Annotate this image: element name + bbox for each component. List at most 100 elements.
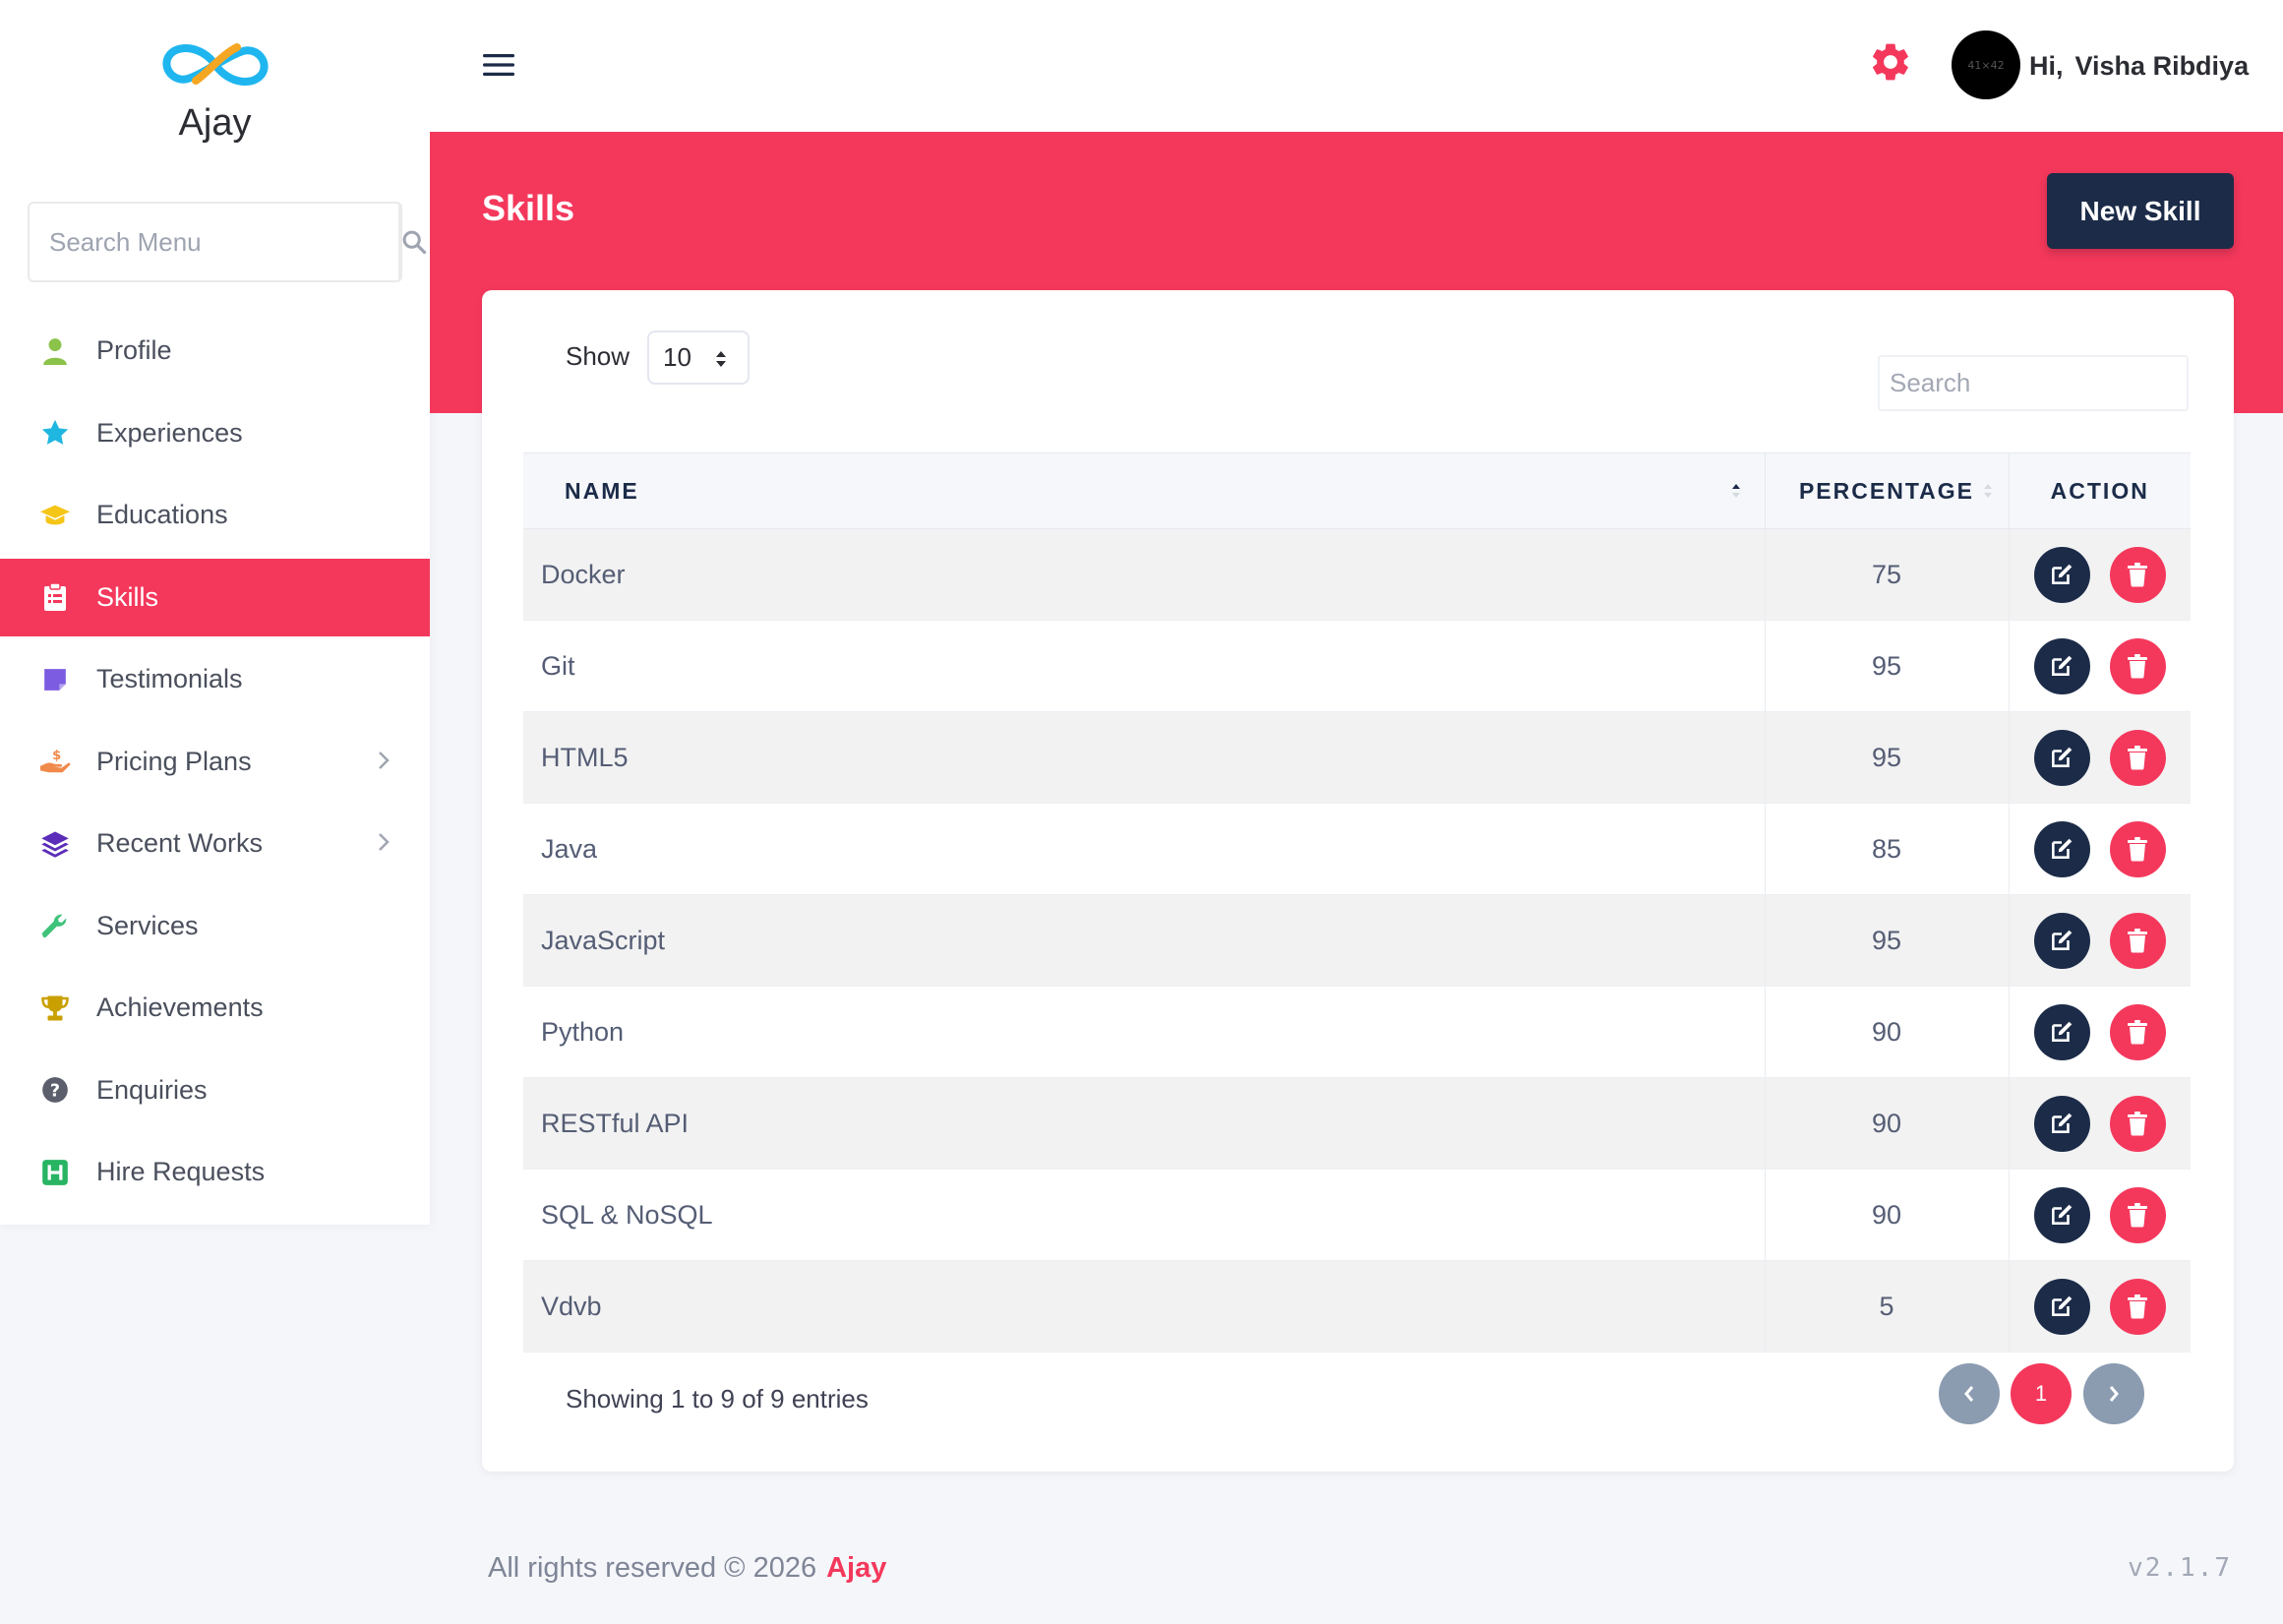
edit-icon [2052, 1204, 2073, 1225]
menu-search-button[interactable] [398, 204, 428, 280]
sidebar-item-recent-works[interactable]: Recent Works [0, 805, 430, 882]
table-row: JavaScript 95 [523, 894, 2191, 987]
table-search-input[interactable] [1878, 355, 2189, 411]
action-cell [2009, 803, 2191, 895]
edit-button[interactable] [2033, 1278, 2090, 1335]
chevron-right-icon [379, 751, 390, 769]
edit-button[interactable] [2033, 820, 2090, 877]
trash-icon [2128, 837, 2148, 862]
delete-button[interactable] [2109, 1278, 2166, 1335]
sidebar: Ajay Profile Experiences Ed [0, 0, 430, 1225]
sidebar-item-hire-requests[interactable]: Hire Requests [0, 1133, 430, 1211]
menu-search [28, 202, 427, 282]
sidebar-item-pricing-plans[interactable]: $ Pricing Plans [0, 723, 430, 801]
action-cell [2009, 620, 2191, 712]
page-button-current[interactable]: 1 [2011, 1363, 2072, 1424]
trash-icon [2128, 1112, 2148, 1136]
chevron-right-icon [379, 833, 390, 851]
show-entries-label: Show [566, 341, 631, 371]
edit-button[interactable] [2033, 637, 2090, 694]
skill-percentage-cell: 95 [1765, 894, 2010, 987]
skill-percentage-cell: 5 [1765, 1260, 2010, 1353]
skill-percentage-cell: 95 [1765, 620, 2010, 712]
edit-icon [2052, 655, 2073, 676]
edit-icon [2052, 747, 2073, 767]
brand-logo[interactable]: Ajay [0, 33, 430, 145]
edit-icon [2052, 838, 2073, 859]
avatar[interactable]: 41×42 [1952, 30, 2020, 99]
skill-name-cell: Vdvb [523, 1260, 1766, 1353]
new-skill-button[interactable]: New Skill [2047, 173, 2234, 249]
topbar: 41×42 Hi, Visha Ribdiya [430, 0, 2283, 132]
trash-icon [2128, 1203, 2148, 1228]
menu-toggle-button[interactable] [483, 53, 514, 82]
delete-button[interactable] [2109, 546, 2166, 603]
footer-brand-link[interactable]: Ajay [826, 1552, 886, 1584]
action-cell [2009, 1169, 2191, 1261]
skill-percentage-cell: 90 [1765, 1077, 2010, 1170]
sort-icon [1983, 484, 1992, 498]
sidebar-item-educations[interactable]: Educations [0, 476, 430, 554]
sidebar-item-enquiries[interactable]: ? Enquiries [0, 1052, 430, 1129]
prev-page-button[interactable] [1939, 1363, 2000, 1424]
edit-button[interactable] [2033, 1003, 2090, 1060]
column-header-name[interactable]: NAME [523, 452, 1766, 529]
brand-name: Ajay [178, 102, 252, 144]
trophy-icon [39, 992, 71, 1024]
sidebar-item-label: Hire Requests [96, 1157, 266, 1186]
delete-button[interactable] [2109, 1186, 2166, 1243]
skill-name-cell: SQL & NoSQL [523, 1169, 1766, 1261]
skill-name-cell: Docker [523, 528, 1766, 621]
table-row: Vdvb 5 [523, 1260, 2191, 1353]
sidebar-item-label: Pricing Plans [96, 746, 252, 776]
page-size-select[interactable]: 10 [647, 331, 750, 385]
trash-icon [2128, 654, 2148, 679]
menu-search-input[interactable] [30, 204, 398, 280]
table-row: Python 90 [523, 986, 2191, 1078]
action-cell [2009, 986, 2191, 1078]
sidebar-item-label: Experiences [96, 417, 243, 448]
sidebar-item-profile[interactable]: Profile [0, 312, 430, 390]
sidebar-item-services[interactable]: Services [0, 887, 430, 965]
delete-button[interactable] [2109, 912, 2166, 969]
edit-button[interactable] [2033, 729, 2090, 786]
settings-button[interactable] [1868, 39, 1913, 90]
table-header-row: NAME PERCENTAGE ACTION [523, 452, 2191, 529]
search-icon [402, 230, 427, 255]
skill-name-cell: HTML5 [523, 711, 1766, 804]
next-page-button[interactable] [2083, 1363, 2144, 1424]
skill-percentage-cell: 75 [1765, 528, 2010, 621]
skill-name-cell: Python [523, 986, 1766, 1078]
edit-button[interactable] [2033, 546, 2090, 603]
table-row: Java 85 [523, 803, 2191, 895]
infinity-logo-icon [162, 43, 268, 86]
delete-button[interactable] [2109, 637, 2166, 694]
sidebar-item-experiences[interactable]: Experiences [0, 394, 430, 472]
column-header-percentage[interactable]: PERCENTAGE [1765, 452, 2010, 529]
action-cell [2009, 711, 2191, 804]
sidebar-item-testimonials[interactable]: Testimonials [0, 640, 430, 718]
sidebar-item-skills[interactable]: Skills [0, 558, 430, 636]
edit-button[interactable] [2033, 912, 2090, 969]
table-row: Git 95 [523, 620, 2191, 712]
gear-icon [1873, 43, 1908, 81]
edit-button[interactable] [2033, 1095, 2090, 1152]
delete-button[interactable] [2109, 1003, 2166, 1060]
clipboard-icon [39, 581, 71, 613]
skills-table-card: Show 10 NAME PERCENTAGE ACTION Docker75G… [482, 290, 2234, 1472]
sidebar-item-label: Recent Works [96, 828, 264, 858]
sidebar-menu: Profile Experiences Educations Skills Te… [0, 312, 430, 1216]
hand-dollar-icon: $ [39, 746, 71, 777]
skill-name-cell: Git [523, 620, 1766, 712]
sidebar-item-achievements[interactable]: Achievements [0, 969, 430, 1047]
edit-button[interactable] [2033, 1186, 2090, 1243]
column-header-action: ACTION [2009, 452, 2191, 529]
delete-button[interactable] [2109, 729, 2166, 786]
layers-icon [39, 828, 71, 860]
user-greeting[interactable]: Hi, Visha Ribdiya [2029, 51, 2249, 82]
sort-asc-icon [1731, 484, 1740, 498]
delete-button[interactable] [2109, 1095, 2166, 1152]
trash-icon [2128, 746, 2148, 770]
action-cell [2009, 894, 2191, 987]
delete-button[interactable] [2109, 820, 2166, 877]
